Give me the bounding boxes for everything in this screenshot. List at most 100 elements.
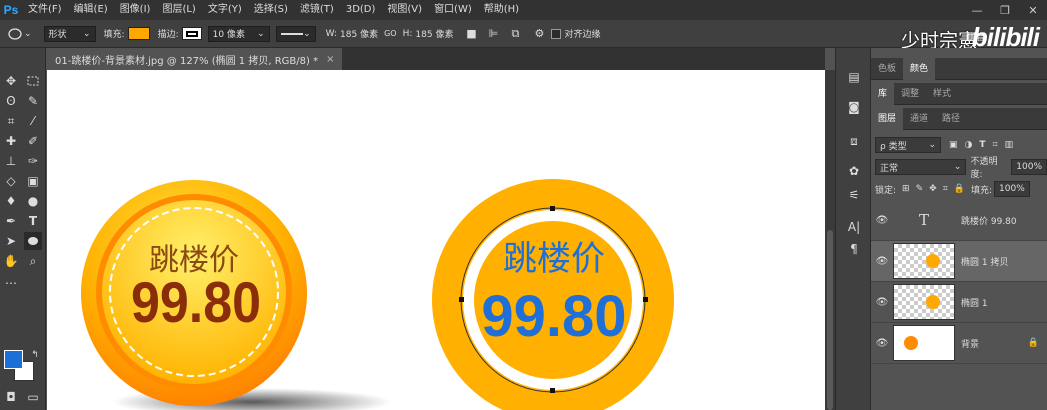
- brush-tool-icon[interactable]: ✐: [24, 132, 42, 150]
- hand-tool-icon[interactable]: ✋: [2, 252, 20, 270]
- swap-colors-icon[interactable]: ↰: [26, 346, 44, 364]
- character-panel-icon[interactable]: A|: [845, 218, 863, 236]
- anchor-point-right[interactable]: [643, 297, 648, 302]
- foreground-color-swatch[interactable]: [4, 350, 23, 369]
- eye-icon[interactable]: 👁: [871, 256, 893, 267]
- stamp-tool-icon[interactable]: ⊥: [2, 152, 20, 170]
- restore-button[interactable]: ❐: [991, 0, 1019, 20]
- tab-channels[interactable]: 通道: [903, 108, 935, 130]
- history-brush-tool-icon[interactable]: ✑: [24, 152, 42, 170]
- type-tool-icon[interactable]: T: [24, 212, 42, 230]
- scrollbar-thumb[interactable]: [827, 230, 833, 410]
- height-field[interactable]: 185 像素: [415, 27, 453, 40]
- tool-mode-select[interactable]: 形状 ⌄: [43, 25, 96, 42]
- eraser-tool-icon[interactable]: ◇: [2, 172, 20, 190]
- history-panel-icon[interactable]: ▤: [845, 68, 863, 86]
- path-operations-icon[interactable]: ■: [463, 26, 479, 42]
- canvas-scrollbar[interactable]: [825, 70, 835, 410]
- menu-layer[interactable]: 图层(L): [156, 0, 201, 20]
- adjustments-panel-icon[interactable]: ⧈: [845, 132, 863, 150]
- lock-position-icon[interactable]: ✥: [929, 184, 937, 194]
- lock-artboard-icon[interactable]: ⌗: [943, 184, 948, 194]
- filter-adjustment-icon[interactable]: ◑: [965, 140, 973, 150]
- tab-paths[interactable]: 路径: [935, 108, 967, 130]
- minimize-button[interactable]: —: [963, 0, 991, 20]
- eye-icon[interactable]: 👁: [871, 338, 893, 349]
- link-dimensions-icon[interactable]: GO: [384, 29, 397, 38]
- layer-row-background[interactable]: 👁 背景 🔒: [871, 323, 1047, 364]
- document-tab[interactable]: 01-跳楼价-背景素材.jpg @ 127% (椭圆 1 拷贝, RGB/8) …: [47, 48, 343, 70]
- fill-field[interactable]: 100%: [994, 181, 1030, 197]
- more-tools-icon[interactable]: ⋯: [2, 274, 20, 292]
- menu-filter[interactable]: 滤镜(T): [294, 0, 340, 20]
- menu-edit[interactable]: 编辑(E): [68, 0, 114, 20]
- dodge-tool-icon[interactable]: ●: [24, 192, 42, 210]
- eye-icon[interactable]: 👁: [871, 297, 893, 308]
- zoom-tool-icon[interactable]: ⌕: [24, 252, 42, 270]
- close-button[interactable]: ✕: [1019, 0, 1047, 20]
- blend-mode-select[interactable]: 正常 ⌄: [875, 159, 967, 175]
- eye-icon[interactable]: 👁: [871, 215, 893, 226]
- blur-tool-icon[interactable]: ♦: [2, 192, 20, 210]
- canvas[interactable]: 跳楼价 99.80 跳楼价 99.80: [47, 70, 825, 410]
- ellipse-shape-tool-icon[interactable]: [24, 232, 42, 250]
- healing-tool-icon[interactable]: ✚: [2, 132, 20, 150]
- menu-type[interactable]: 文字(Y): [202, 0, 248, 20]
- fill-color-swatch[interactable]: [127, 27, 150, 40]
- layer-row-ellipse[interactable]: 👁 椭圆 1: [871, 282, 1047, 323]
- lock-transparent-icon[interactable]: ⊞: [902, 184, 910, 194]
- path-arrangement-icon[interactable]: ⧉: [507, 26, 523, 42]
- marquee-tool-icon[interactable]: [24, 72, 42, 90]
- tab-adjustments[interactable]: 调整: [894, 83, 926, 105]
- gear-icon[interactable]: ⚙: [531, 26, 547, 42]
- stroke-type-select[interactable]: ⌄: [275, 25, 316, 42]
- menu-select[interactable]: 选择(S): [248, 0, 294, 20]
- width-field[interactable]: 185 像素: [340, 27, 378, 40]
- layers-tabs: 图层 通道 路径: [871, 107, 1047, 130]
- path-select-tool-icon[interactable]: ➤: [2, 232, 20, 250]
- brush-settings-icon[interactable]: ⚟: [845, 186, 863, 204]
- lock-image-icon[interactable]: ✎: [916, 184, 924, 194]
- menu-help[interactable]: 帮助(H): [478, 0, 525, 20]
- menu-image[interactable]: 图像(I): [114, 0, 157, 20]
- layer-row-text[interactable]: 👁 T 跳楼价 99.80: [871, 200, 1047, 241]
- anchor-point-bottom[interactable]: [550, 388, 555, 393]
- lasso-tool-icon[interactable]: ʘ: [2, 92, 20, 110]
- layer-filter-select[interactable]: ρ 类型 ⌄: [875, 137, 941, 153]
- tab-color[interactable]: 颜色: [903, 57, 936, 80]
- stroke-width-select[interactable]: 10 像素 ⌄: [207, 25, 270, 42]
- menu-window[interactable]: 窗口(W): [428, 0, 478, 20]
- stroke-color-swatch[interactable]: [181, 27, 202, 40]
- tab-libraries[interactable]: 库: [871, 82, 895, 105]
- menu-view[interactable]: 视图(V): [381, 0, 428, 20]
- gradient-tool-icon[interactable]: ▣: [24, 172, 42, 190]
- screen-mode-icon[interactable]: ▭: [24, 388, 42, 406]
- tab-styles[interactable]: 样式: [926, 83, 958, 105]
- anchor-point-left[interactable]: [459, 297, 464, 302]
- menu-file[interactable]: 文件(F): [22, 0, 68, 20]
- pen-tool-icon[interactable]: ✒: [2, 212, 20, 230]
- eyedropper-tool-icon[interactable]: ⁄: [24, 112, 42, 130]
- filter-pixel-icon[interactable]: ▣: [949, 140, 958, 150]
- ellipse-tool-icon[interactable]: ⌄: [8, 27, 32, 41]
- filter-shape-icon[interactable]: ⌗: [993, 140, 998, 150]
- crop-tool-icon[interactable]: ⌗: [2, 112, 20, 130]
- properties-panel-icon[interactable]: ◙: [845, 98, 863, 116]
- close-tab-icon[interactable]: ×: [326, 54, 334, 65]
- menu-3d[interactable]: 3D(D): [340, 0, 382, 20]
- tab-swatches[interactable]: 色板: [871, 58, 903, 80]
- path-alignment-icon[interactable]: ⊫: [485, 26, 501, 42]
- filter-smart-icon[interactable]: ▥: [1005, 140, 1014, 150]
- tab-layers[interactable]: 图层: [871, 107, 904, 130]
- lock-all-icon[interactable]: 🔒: [954, 184, 965, 194]
- brush-panel-icon[interactable]: ✿: [845, 162, 863, 180]
- paragraph-panel-icon[interactable]: ¶: [845, 240, 863, 258]
- move-tool-icon[interactable]: ✥: [2, 72, 20, 90]
- quick-select-tool-icon[interactable]: ✎: [24, 92, 42, 110]
- opacity-field[interactable]: 100%: [1011, 159, 1047, 175]
- quick-mask-icon[interactable]: ◘: [2, 388, 20, 406]
- anchor-point-top[interactable]: [550, 206, 555, 211]
- filter-type-icon[interactable]: T: [979, 140, 985, 150]
- align-edges-checkbox[interactable]: 对齐边缘: [551, 27, 600, 40]
- layer-row-ellipse-copy[interactable]: 👁 椭圆 1 拷贝: [871, 241, 1047, 282]
